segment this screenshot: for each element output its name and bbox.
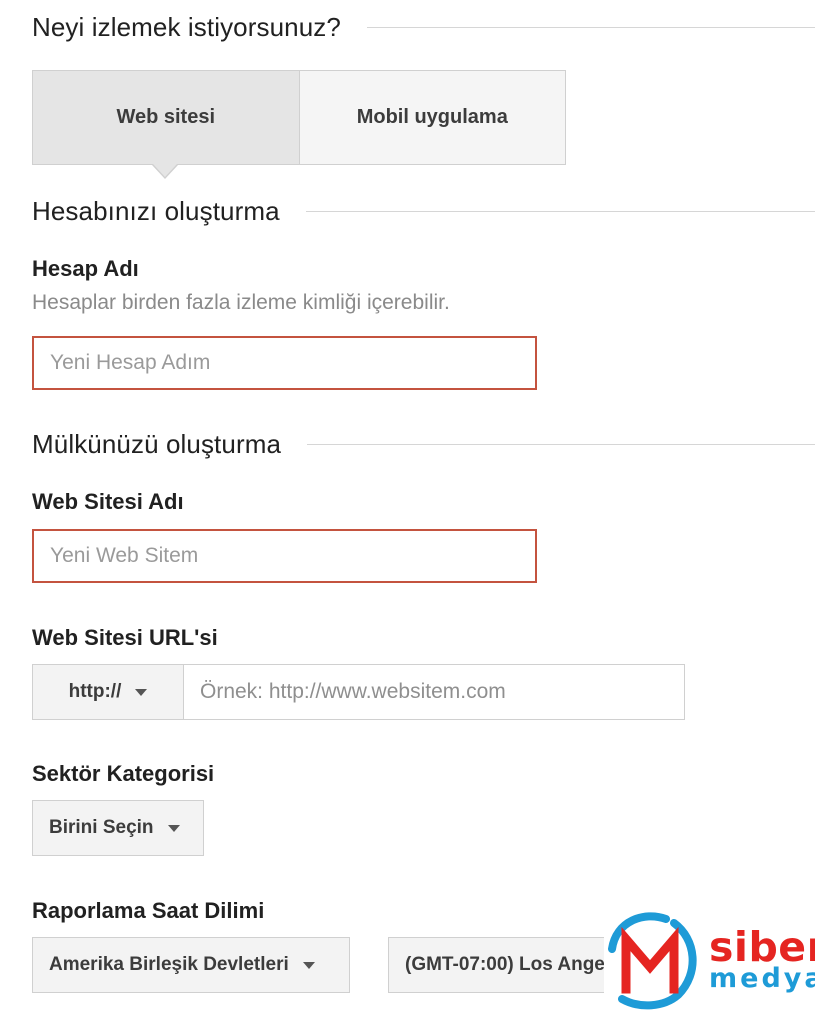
property-section-header: Mülkünüzü oluşturma — [32, 429, 815, 460]
mobile-app-option[interactable]: Mobil uygulama — [300, 71, 566, 164]
account-name-input[interactable] — [32, 336, 537, 390]
track-section-title: Neyi izlemek istiyorsunuz? — [32, 12, 341, 42]
protocol-value: http:// — [68, 681, 122, 702]
chevron-down-icon — [167, 824, 180, 832]
timezone-country-dropdown[interactable]: Amerika Birleşik Devletleri — [32, 937, 350, 993]
category-value: Birini Seçin — [49, 817, 154, 838]
divider — [366, 27, 815, 28]
chevron-down-icon — [302, 961, 315, 969]
protocol-dropdown[interactable]: http:// — [33, 665, 184, 719]
logo-word-medya: medya — [709, 963, 815, 994]
siber-medya-logo-icon — [608, 912, 697, 1010]
track-type-toggle: Web sitesi Mobil uygulama — [32, 70, 566, 165]
site-url-input[interactable] — [184, 665, 684, 719]
siber-medya-logo: siber medya — [604, 905, 815, 1017]
timezone-country-value: Amerika Birleşik Devletleri — [49, 954, 289, 975]
divider — [307, 444, 815, 445]
divider — [305, 211, 815, 212]
site-name-label: Web Sitesi Adı — [32, 489, 184, 514]
site-url-label: Web Sitesi URL'si — [32, 625, 218, 650]
timezone-zone-value: (GMT-07:00) Los Angeles — [405, 954, 632, 975]
chevron-down-icon — [135, 688, 148, 696]
timezone-label: Raporlama Saat Dilimi — [32, 898, 265, 923]
account-section-header: Hesabınızı oluşturma — [32, 196, 815, 227]
track-section-header: Neyi izlemek istiyorsunuz? — [32, 12, 815, 43]
web-site-option[interactable]: Web sitesi — [33, 71, 300, 164]
category-dropdown[interactable]: Birini Seçin — [32, 800, 204, 856]
account-section-title: Hesabınızı oluşturma — [32, 196, 280, 226]
account-name-help: Hesaplar birden fazla izleme kimliği içe… — [32, 291, 450, 314]
category-label: Sektör Kategorisi — [32, 761, 215, 786]
property-section-title: Mülkünüzü oluşturma — [32, 429, 282, 459]
site-name-input[interactable] — [32, 529, 537, 583]
site-url-field: http:// — [32, 664, 685, 720]
account-name-label: Hesap Adı — [32, 256, 139, 281]
